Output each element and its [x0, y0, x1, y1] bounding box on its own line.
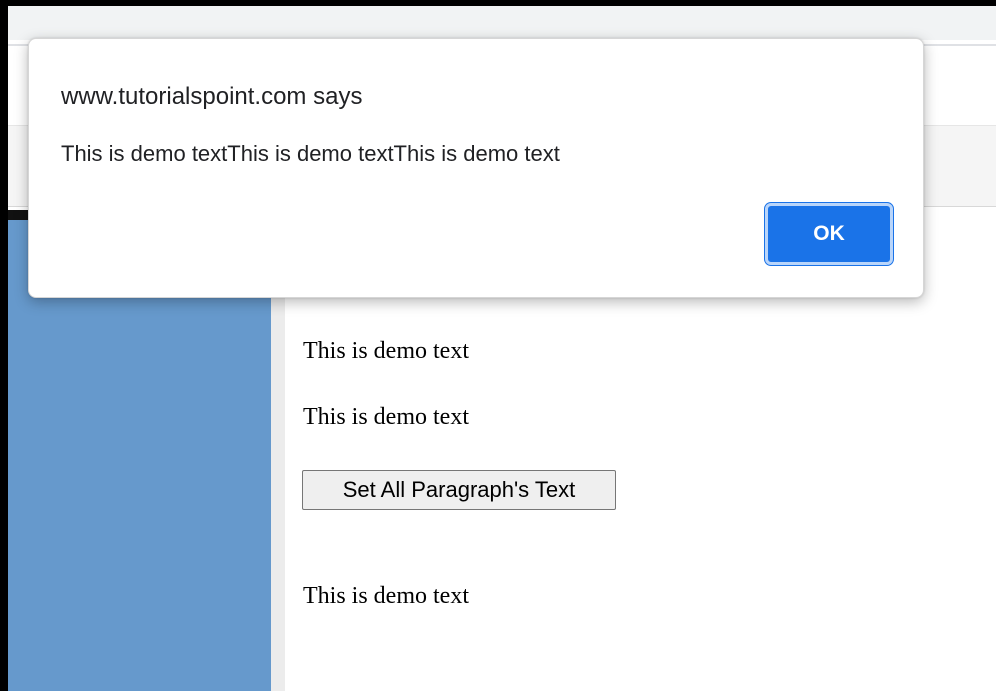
demo-paragraph: This is demo text: [303, 404, 469, 430]
alert-dialog: www.tutorialspoint.com says This is demo…: [28, 38, 924, 298]
browser-tab-strip: [8, 6, 996, 40]
demo-paragraph: This is demo text: [303, 583, 469, 609]
ok-button[interactable]: OK: [765, 203, 893, 265]
set-all-paragraphs-text-button[interactable]: Set All Paragraph's Text: [302, 470, 616, 510]
dialog-message: This is demo textThis is demo textThis i…: [61, 141, 560, 166]
dialog-title: www.tutorialspoint.com says: [61, 83, 363, 110]
demo-paragraph: This is demo text: [303, 338, 469, 364]
